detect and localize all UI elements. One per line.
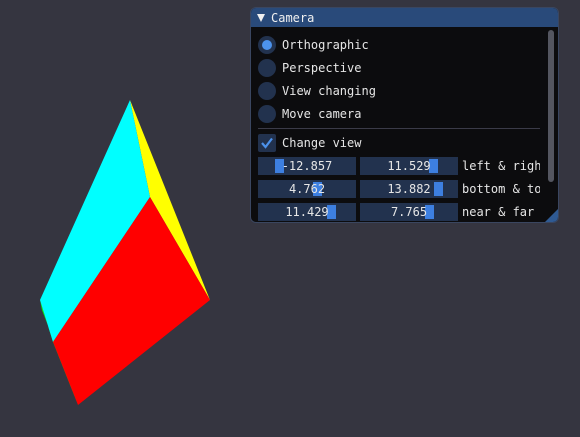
camera-window[interactable]: Camera Orthographic Perspective View cha… bbox=[250, 7, 559, 223]
slider-grab[interactable] bbox=[434, 181, 443, 196]
right-slider[interactable]: 11.529 bbox=[360, 156, 458, 175]
slider-row-bottom-top: 4.762 13.882 bottom & to bbox=[258, 177, 540, 200]
radio-label: View changing bbox=[282, 83, 376, 98]
radio-orthographic[interactable]: Orthographic bbox=[258, 33, 540, 56]
near-slider[interactable]: 11.429 bbox=[258, 202, 356, 221]
scrollbar[interactable] bbox=[548, 30, 554, 182]
resize-grip-icon[interactable] bbox=[545, 209, 558, 222]
slider-label: near & far bbox=[462, 204, 535, 219]
checkmark-icon bbox=[261, 137, 273, 149]
change-view-checkbox-row[interactable]: Change view bbox=[258, 131, 540, 154]
top-slider[interactable]: 13.882 bbox=[360, 179, 458, 198]
radio-button-icon[interactable] bbox=[258, 81, 276, 100]
slider-value: 4.762 bbox=[288, 181, 326, 196]
slider-value: 11.529 bbox=[387, 158, 431, 173]
slider-value: 13.882 bbox=[387, 181, 431, 196]
window-title: Camera bbox=[271, 10, 315, 25]
change-view-label: Change view bbox=[282, 135, 362, 150]
radio-move-camera[interactable]: Move camera bbox=[258, 102, 540, 125]
slider-label: bottom & to bbox=[462, 181, 540, 196]
radio-perspective[interactable]: Perspective bbox=[258, 56, 540, 79]
radio-label: Orthographic bbox=[282, 37, 369, 52]
radio-button-icon[interactable] bbox=[258, 104, 276, 123]
slider-value: 7.765 bbox=[390, 204, 428, 219]
slider-value: 11.429 bbox=[285, 204, 329, 219]
radio-label: Move camera bbox=[282, 106, 362, 121]
slider-value: -12.857 bbox=[281, 158, 333, 173]
slider-row-near-far: 11.429 7.765 near & far bbox=[258, 200, 540, 222]
bottom-slider[interactable]: 4.762 bbox=[258, 179, 356, 198]
radio-button-icon[interactable] bbox=[258, 58, 276, 77]
slider-label: left & righ bbox=[462, 158, 540, 173]
radio-label: Perspective bbox=[282, 60, 362, 75]
separator bbox=[258, 128, 540, 129]
radio-button-icon[interactable] bbox=[258, 35, 276, 54]
far-slider[interactable]: 7.765 bbox=[360, 202, 458, 221]
change-view-checkbox[interactable] bbox=[258, 133, 276, 152]
left-slider[interactable]: -12.857 bbox=[258, 156, 356, 175]
slider-row-left-right: -12.857 11.529 left & righ bbox=[258, 154, 540, 177]
radio-view-changing[interactable]: View changing bbox=[258, 79, 540, 102]
collapse-arrow-icon[interactable] bbox=[257, 13, 265, 22]
camera-title-bar[interactable]: Camera bbox=[251, 8, 558, 27]
